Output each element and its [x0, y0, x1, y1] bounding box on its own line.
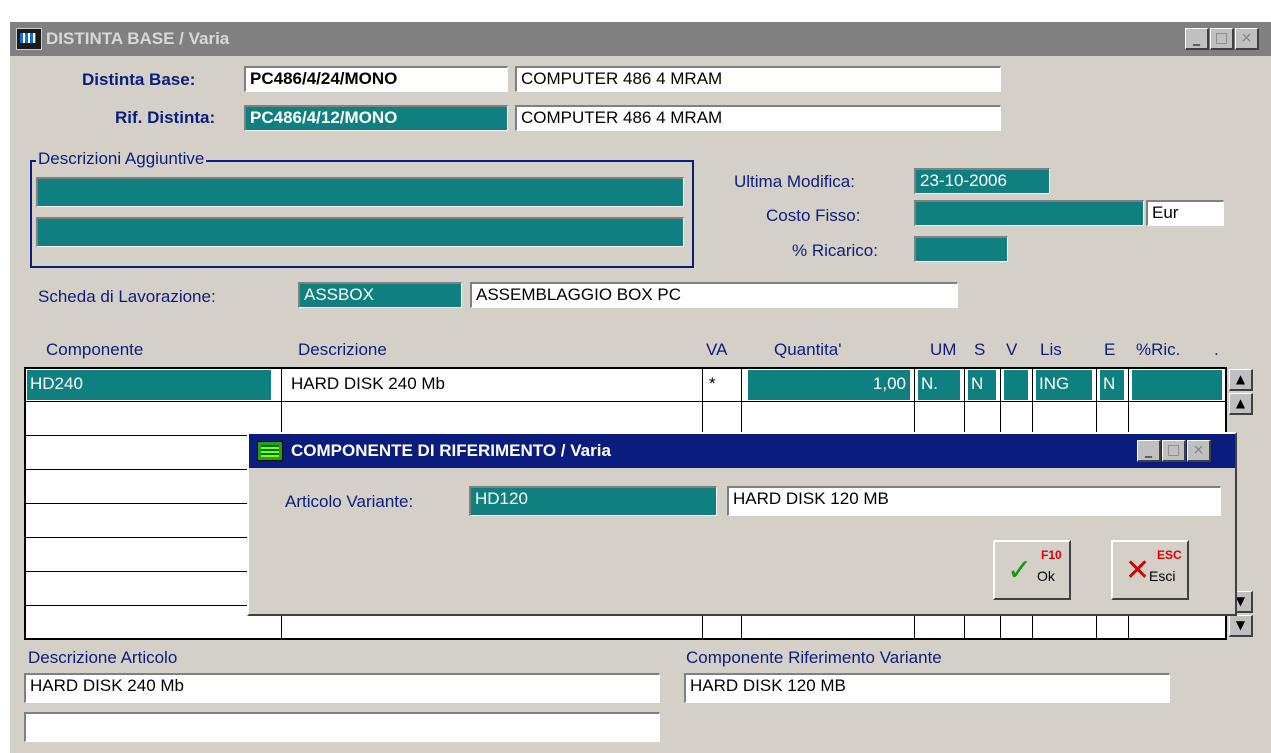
col-header-um: UM: [930, 340, 957, 359]
close-button[interactable]: ×: [1235, 28, 1259, 50]
col-header-componente: Componente: [46, 340, 144, 359]
descrizioni-caption: Descrizioni Aggiuntive: [36, 149, 207, 169]
col-header-quantita: Quantita': [774, 340, 842, 359]
esci-button[interactable]: ✕ ESC Esci: [1111, 540, 1189, 600]
cell-lis[interactable]: ING: [1036, 370, 1092, 400]
ultima-modifica-label: Ultima Modifica:: [734, 172, 855, 191]
ok-button[interactable]: ✓ F10 Ok: [993, 540, 1071, 600]
ok-label: Ok: [1037, 568, 1055, 584]
col-header-s: S: [974, 340, 986, 359]
costo-fisso-label: Costo Fisso:: [766, 206, 861, 225]
descrizione-line-2[interactable]: [36, 217, 684, 247]
descrizione-articolo-field-2[interactable]: [24, 712, 660, 742]
col-header-more: .: [1214, 340, 1219, 359]
comp-rif-variante-field[interactable]: HARD DISK 120 MB: [684, 673, 1170, 703]
col-header-e: E: [1104, 340, 1116, 359]
dialog-app-icon: [257, 441, 283, 461]
descrizione-articolo-label: Descrizione Articolo: [28, 648, 178, 667]
rif-distinta-label: Rif. Distinta:: [115, 108, 216, 127]
costo-fisso-field[interactable]: [914, 200, 1144, 226]
rif-distinta-desc-field[interactable]: COMPUTER 486 4 MRAM: [515, 105, 1001, 131]
scroll-top-button[interactable]: ▲: [1229, 369, 1253, 391]
col-header-lis: Lis: [1040, 340, 1062, 359]
check-icon: ✓: [1007, 553, 1033, 588]
ok-shortcut: F10: [1041, 548, 1062, 562]
rif-distinta-code-field[interactable]: PC486/4/12/MONO: [244, 105, 508, 131]
comp-rif-variante-label: Componente Riferimento Variante: [686, 648, 942, 667]
cell-v[interactable]: [1004, 370, 1028, 400]
ultima-modifica-field[interactable]: 23-10-2006: [914, 168, 1050, 194]
currency-field[interactable]: Eur: [1146, 200, 1224, 226]
distinta-code-field[interactable]: PC486/4/24/MONO: [244, 66, 508, 92]
grid-row-divider: [26, 401, 1225, 402]
close-x-icon: ✕: [1125, 553, 1151, 588]
esci-shortcut: ESC: [1157, 548, 1182, 562]
componente-riferimento-dialog: COMPONENTE DI RIFERIMENTO / Varia _ □ × …: [247, 432, 1237, 616]
scroll-up-button[interactable]: ▲: [1229, 393, 1253, 415]
ricarico-label: % Ricarico:: [792, 241, 878, 260]
dialog-minimize-button[interactable]: _: [1137, 440, 1161, 462]
cell-e[interactable]: N: [1100, 370, 1124, 400]
cell-descrizione[interactable]: HARD DISK 240 Mb: [288, 370, 698, 400]
col-header-va: VA: [706, 340, 728, 359]
cell-va[interactable]: *: [706, 370, 736, 400]
col-header-ric: %Ric.: [1136, 340, 1181, 359]
articolo-variante-code-field[interactable]: HD120: [469, 486, 717, 516]
articolo-variante-label: Articolo Variante:: [285, 492, 414, 511]
distinta-label: Distinta Base:: [82, 70, 196, 89]
scheda-label: Scheda di Lavorazione:: [38, 287, 216, 306]
cell-ric[interactable]: [1132, 370, 1222, 400]
maximize-button[interactable]: □: [1210, 28, 1234, 50]
cell-s[interactable]: N: [968, 370, 996, 400]
dialog-title: COMPONENTE DI RIFERIMENTO / Varia: [291, 441, 611, 460]
window-title: DISTINTA BASE / Varia: [46, 29, 230, 48]
dialog-maximize-button[interactable]: □: [1162, 440, 1186, 462]
descrizione-line-1[interactable]: [36, 177, 684, 207]
scroll-bottom-button[interactable]: ▼: [1229, 615, 1253, 637]
descrizione-articolo-field[interactable]: HARD DISK 240 Mb: [24, 673, 660, 703]
col-header-v: V: [1006, 340, 1018, 359]
cell-componente[interactable]: HD240: [27, 370, 271, 400]
dialog-title-bar[interactable]: COMPONENTE DI RIFERIMENTO / Varia _ □ ×: [249, 434, 1235, 468]
cell-um[interactable]: N.: [918, 370, 960, 400]
minimize-button[interactable]: _: [1185, 28, 1209, 50]
dialog-close-button[interactable]: ×: [1187, 440, 1211, 462]
main-window: DISTINTA BASE / Varia _ □ × Distinta Bas…: [10, 22, 1271, 753]
articolo-variante-desc-field[interactable]: HARD DISK 120 MB: [727, 486, 1221, 516]
cell-quantita[interactable]: 1,00: [748, 370, 910, 400]
esci-label: Esci: [1149, 568, 1176, 584]
title-bar[interactable]: DISTINTA BASE / Varia _ □ ×: [10, 22, 1271, 56]
scheda-code-field[interactable]: ASSBOX: [298, 282, 462, 308]
app-icon: [16, 28, 42, 50]
col-header-descrizione: Descrizione: [298, 340, 387, 359]
distinta-desc-field[interactable]: COMPUTER 486 4 MRAM: [515, 66, 1001, 92]
ricarico-field[interactable]: [914, 236, 1008, 262]
scheda-desc-field[interactable]: ASSEMBLAGGIO BOX PC: [470, 282, 958, 308]
